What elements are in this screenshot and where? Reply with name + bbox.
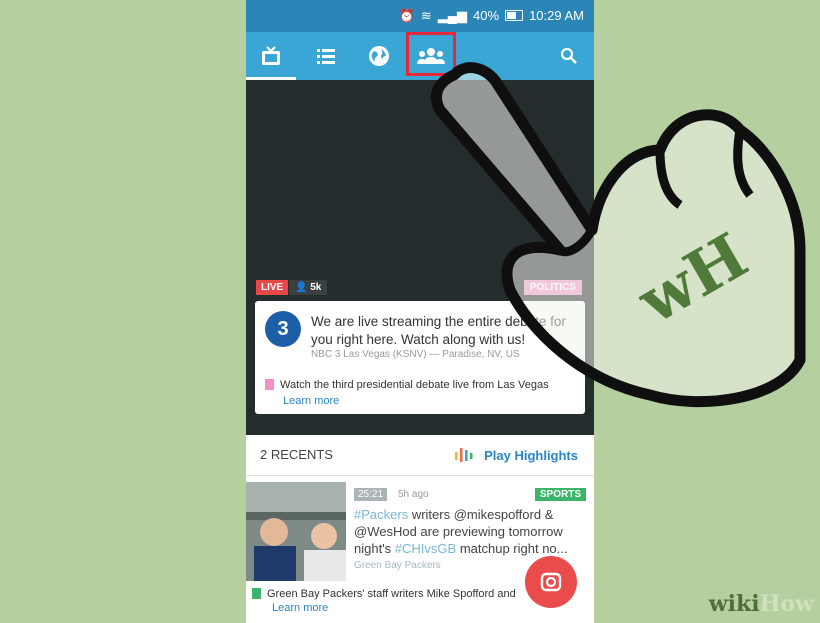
learn-more-link[interactable]: Learn more [272,602,328,614]
learn-more-link[interactable]: Learn more [283,395,339,407]
featured-note-text: Watch the third presidential debate live… [280,379,549,391]
globe-icon [369,46,389,66]
video-duration: 25:21 [354,488,388,501]
highlights-icon [455,448,473,462]
recents-title: 2 RECENTS [260,447,333,462]
wifi-icon: ≋ [420,7,432,23]
wikihow-watermark: wikiHow [709,591,814,617]
nav-list-tab[interactable] [301,32,351,80]
time-ago: 5h ago [398,489,429,500]
nav-globe-tab[interactable] [354,32,404,80]
recents-header: 2 RECENTS Play Highlights [246,435,594,476]
tv-icon [262,46,280,65]
category-badge: POLITICS [523,280,582,295]
phone-screen: ⏰ ≋ ▂▄▆ 40% 10:29 AM LIVE 👤 5k POLITICS [246,0,594,623]
search-icon [560,47,577,64]
recent-source: Green Bay Packers [354,560,441,571]
featured-card[interactable]: 3 We are live streaming the entire debat… [255,301,585,414]
live-badge: LIVE [256,280,289,295]
wikihow-logo-overlay: wH [625,219,759,339]
clock: 10:29 AM [529,8,584,23]
battery-icon [505,10,524,21]
watermark-how: How [759,591,814,617]
featured-text: We are live streaming the entire debate … [311,314,566,347]
camera-icon [540,572,562,592]
bookmark-icon [252,588,261,599]
viewer-icon: 👤 [295,282,311,293]
list-icon [317,49,335,64]
broadcast-fab[interactable] [525,556,577,608]
top-nav [246,32,594,80]
people-tab-highlight [406,32,456,76]
signal-icon: ▂▄▆ [437,7,468,23]
play-highlights-button[interactable]: Play Highlights [454,446,578,464]
station-logo: 3 [265,311,301,347]
recent-text-part: matchup right no... [456,541,568,556]
recent-note-text: Green Bay Packers' staff writers Mike Sp… [267,588,516,600]
sports-badge: SPORTS [534,488,586,501]
hashtag-link[interactable]: #Packers [354,507,408,522]
recent-description: #Packers writers @mikespofford & @WesHod… [354,506,586,557]
search-button[interactable] [544,32,594,80]
live-video[interactable]: LIVE 👤 5k POLITICS 3 We are live streami… [246,80,594,435]
bookmark-icon [265,379,274,390]
hashtag-link[interactable]: #CHIvsGB [395,541,456,556]
nav-tv-tab[interactable] [246,32,296,80]
alarm-icon: ⏰ [398,7,415,23]
featured-note: Watch the third presidential debate live… [265,379,577,391]
play-highlights-label: Play Highlights [484,447,578,463]
viewer-count: 👤 5k [289,280,328,295]
watermark-wiki: wiki [708,591,760,617]
featured-source: NBC 3 Las Vegas (KSNV) — Paradise, NV, U… [311,349,520,360]
status-bar: ⏰ ≋ ▂▄▆ 40% 10:29 AM [246,0,594,32]
battery-percent: 40% [473,8,500,23]
viewer-count-value: 5k [310,282,322,293]
video-thumbnail [246,482,346,581]
